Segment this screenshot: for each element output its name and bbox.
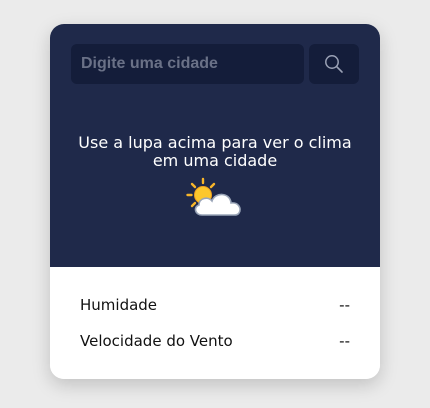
humidity-label: Humidade xyxy=(80,296,158,314)
wind-speed-row: Velocidade do Vento -- xyxy=(80,332,350,352)
weather-card: Use a lupa acima para ver o clima em uma… xyxy=(50,24,380,379)
search-button[interactable] xyxy=(309,44,359,84)
humidity-value: -- xyxy=(339,296,350,314)
wind-speed-label: Velocidade do Vento xyxy=(80,332,233,350)
wind-speed-value: -- xyxy=(339,332,350,350)
sun-behind-cloud-icon xyxy=(186,177,241,216)
search-icon xyxy=(325,55,343,73)
humidity-row: Humidade -- xyxy=(80,296,350,316)
search-bar xyxy=(71,44,359,84)
instruction-message: Use a lupa acima para ver o clima em uma… xyxy=(50,134,380,170)
city-search-input[interactable] xyxy=(71,44,304,84)
instruction-line-1: Use a lupa acima para ver o clima xyxy=(78,133,352,152)
weather-panel: Use a lupa acima para ver o clima em uma… xyxy=(50,24,380,267)
instruction-line-2: em uma cidade xyxy=(152,151,278,170)
weather-details: Humidade -- Velocidade do Vento -- xyxy=(50,267,380,379)
